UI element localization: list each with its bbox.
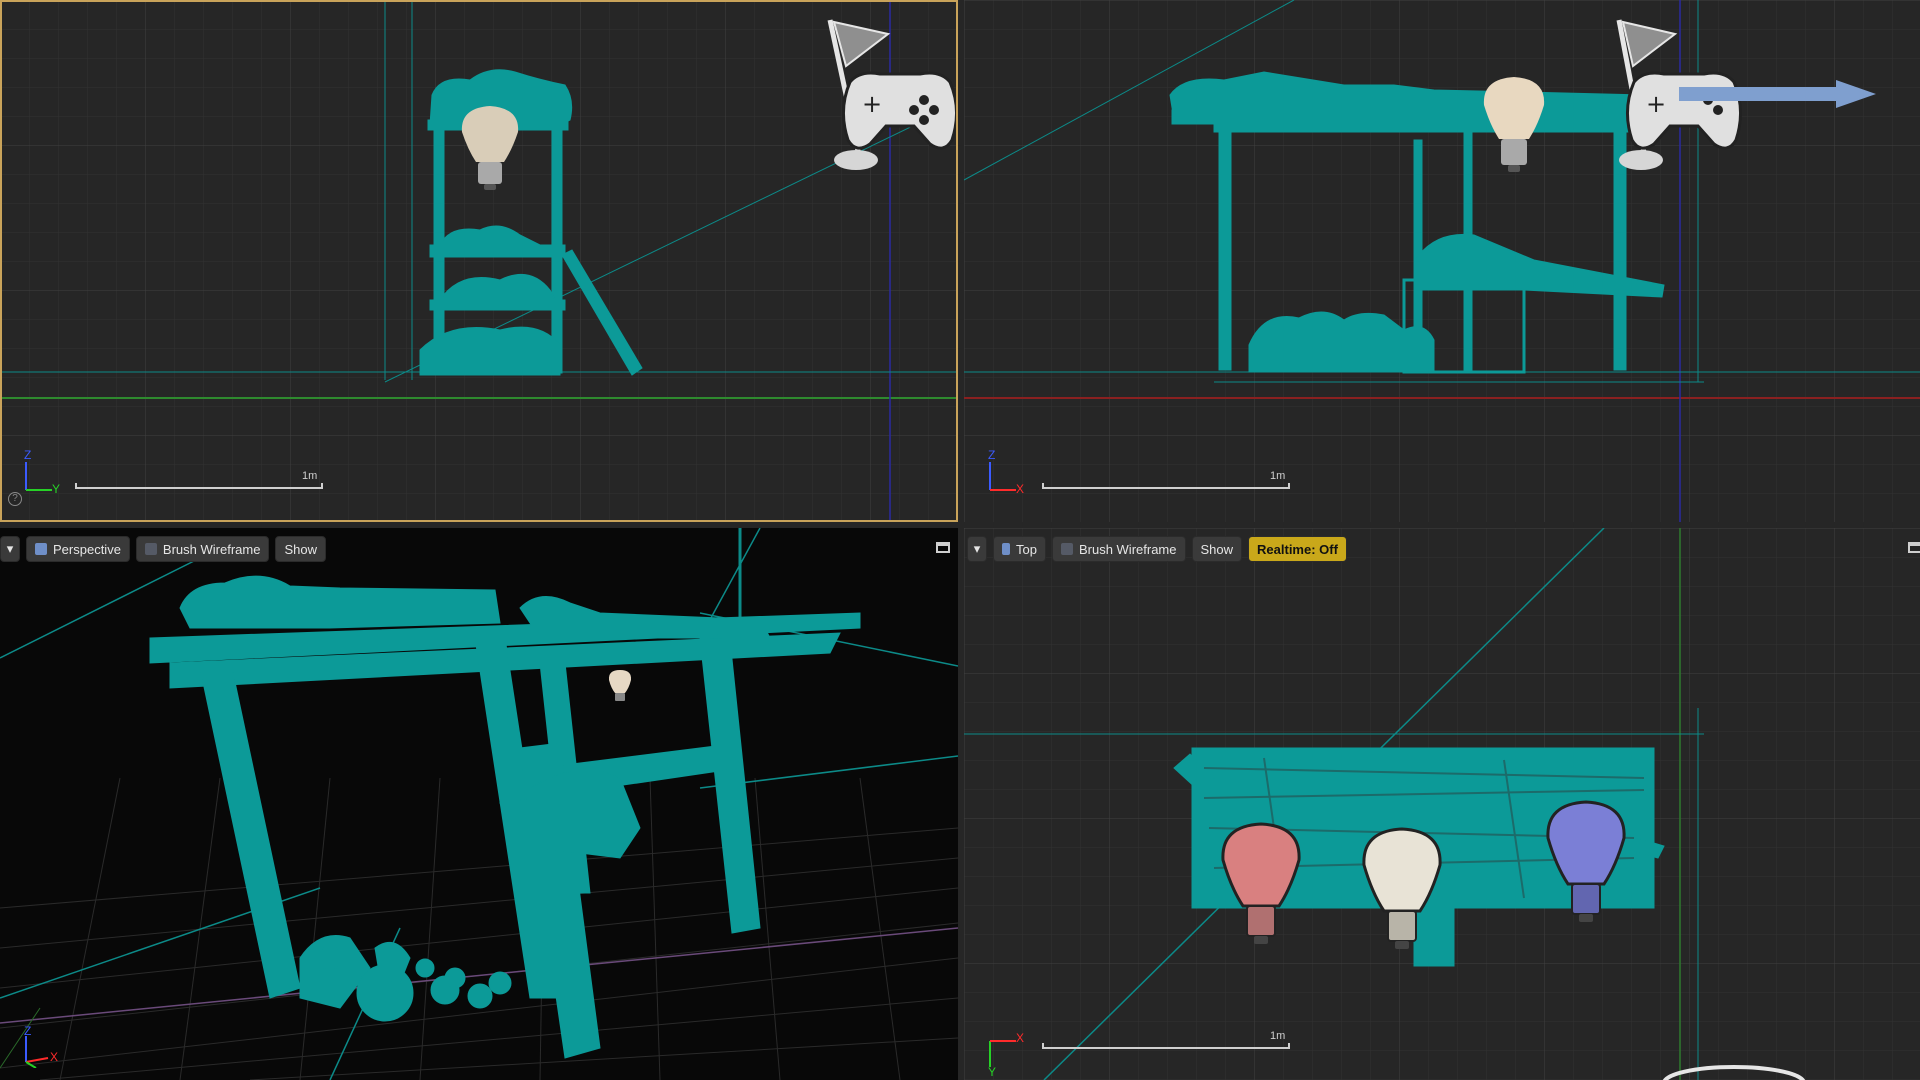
axis-indicator: Z X <box>22 1024 62 1069</box>
axis-up-label: Z <box>24 1024 32 1038</box>
dropdown-arrow-icon: ▾ <box>6 541 14 556</box>
scale-bar <box>1042 1043 1290 1049</box>
side-viewport-canvas[interactable]: + <box>0 0 958 522</box>
wireframe-icon <box>1060 543 1073 555</box>
perspective-viewport-canvas[interactable] <box>0 528 958 1080</box>
scale-bar <box>1042 483 1290 489</box>
wireframe-icon <box>144 543 157 555</box>
top-view-icon <box>1002 543 1010 555</box>
view-type-label: Top <box>1016 541 1037 557</box>
view-mode-button[interactable]: Brush Wireframe <box>135 536 270 562</box>
perspective-toolbar: ▾ Perspective Brush Wireframe Show <box>0 535 326 563</box>
axis-up-label: Y <box>988 1065 997 1079</box>
top-viewport-canvas[interactable] <box>964 528 1920 1080</box>
scale-label: 1m <box>1270 1030 1286 1042</box>
axis-indicator: X Y <box>986 1031 1026 1079</box>
axis-indicator: Z X <box>986 448 1026 496</box>
axis-indicator: Z Y <box>22 448 62 496</box>
axis-right-label: X <box>50 1050 59 1064</box>
view-mode-label: Brush Wireframe <box>1078 541 1177 557</box>
svg-text:+: + <box>862 90 882 118</box>
view-mode-button[interactable]: Brush Wireframe <box>1051 536 1186 562</box>
scale-bar <box>75 483 323 489</box>
perspective-viewport[interactable]: ▾ Perspective Brush Wireframe Show Z X <box>0 528 958 1080</box>
axis-up-label: Z <box>24 448 32 462</box>
show-label: Show <box>284 541 317 557</box>
top-toolbar: ▾ Top Brush Wireframe Show Realtime: Off <box>967 535 1347 563</box>
maximize-icon[interactable] <box>936 542 950 553</box>
axis-right-label: Y <box>52 482 61 496</box>
axis-right-label: X <box>1016 1031 1025 1045</box>
side-viewport[interactable]: + Z Y ? 1m <box>0 0 958 522</box>
viewport-splitter-vertical[interactable] <box>958 0 964 1080</box>
view-type-button[interactable]: Top <box>993 536 1046 562</box>
viewport-options-dropdown[interactable]: ▾ <box>0 536 20 562</box>
viewport-options-dropdown[interactable]: ▾ <box>967 536 987 562</box>
help-icon[interactable]: ? <box>8 492 22 506</box>
svg-text:+: + <box>1646 90 1666 118</box>
front-viewport-canvas[interactable]: + <box>964 0 1920 522</box>
realtime-label: Realtime: Off <box>1257 541 1338 557</box>
show-label: Show <box>1200 541 1234 557</box>
perspective-icon <box>35 543 47 555</box>
view-type-button[interactable]: Perspective <box>26 536 130 562</box>
realtime-toggle[interactable]: Realtime: Off <box>1248 536 1347 562</box>
view-type-label: Perspective <box>53 541 121 557</box>
axis-up-label: Z <box>988 448 996 462</box>
viewport-splitter-horizontal[interactable] <box>0 522 1920 528</box>
axis-right-label: X <box>1016 482 1025 496</box>
scale-label: 1m <box>302 470 318 482</box>
show-button[interactable]: Show <box>275 536 326 562</box>
dropdown-arrow-icon: ▾ <box>973 541 981 556</box>
scale-label: 1m <box>1270 470 1286 482</box>
top-viewport[interactable]: ▾ Top Brush Wireframe Show Realtime: Off… <box>964 528 1920 1080</box>
view-mode-label: Brush Wireframe <box>162 541 261 557</box>
show-button[interactable]: Show <box>1191 536 1243 562</box>
front-viewport[interactable]: + Z X 1m <box>964 0 1920 522</box>
maximize-icon[interactable] <box>1908 542 1920 553</box>
